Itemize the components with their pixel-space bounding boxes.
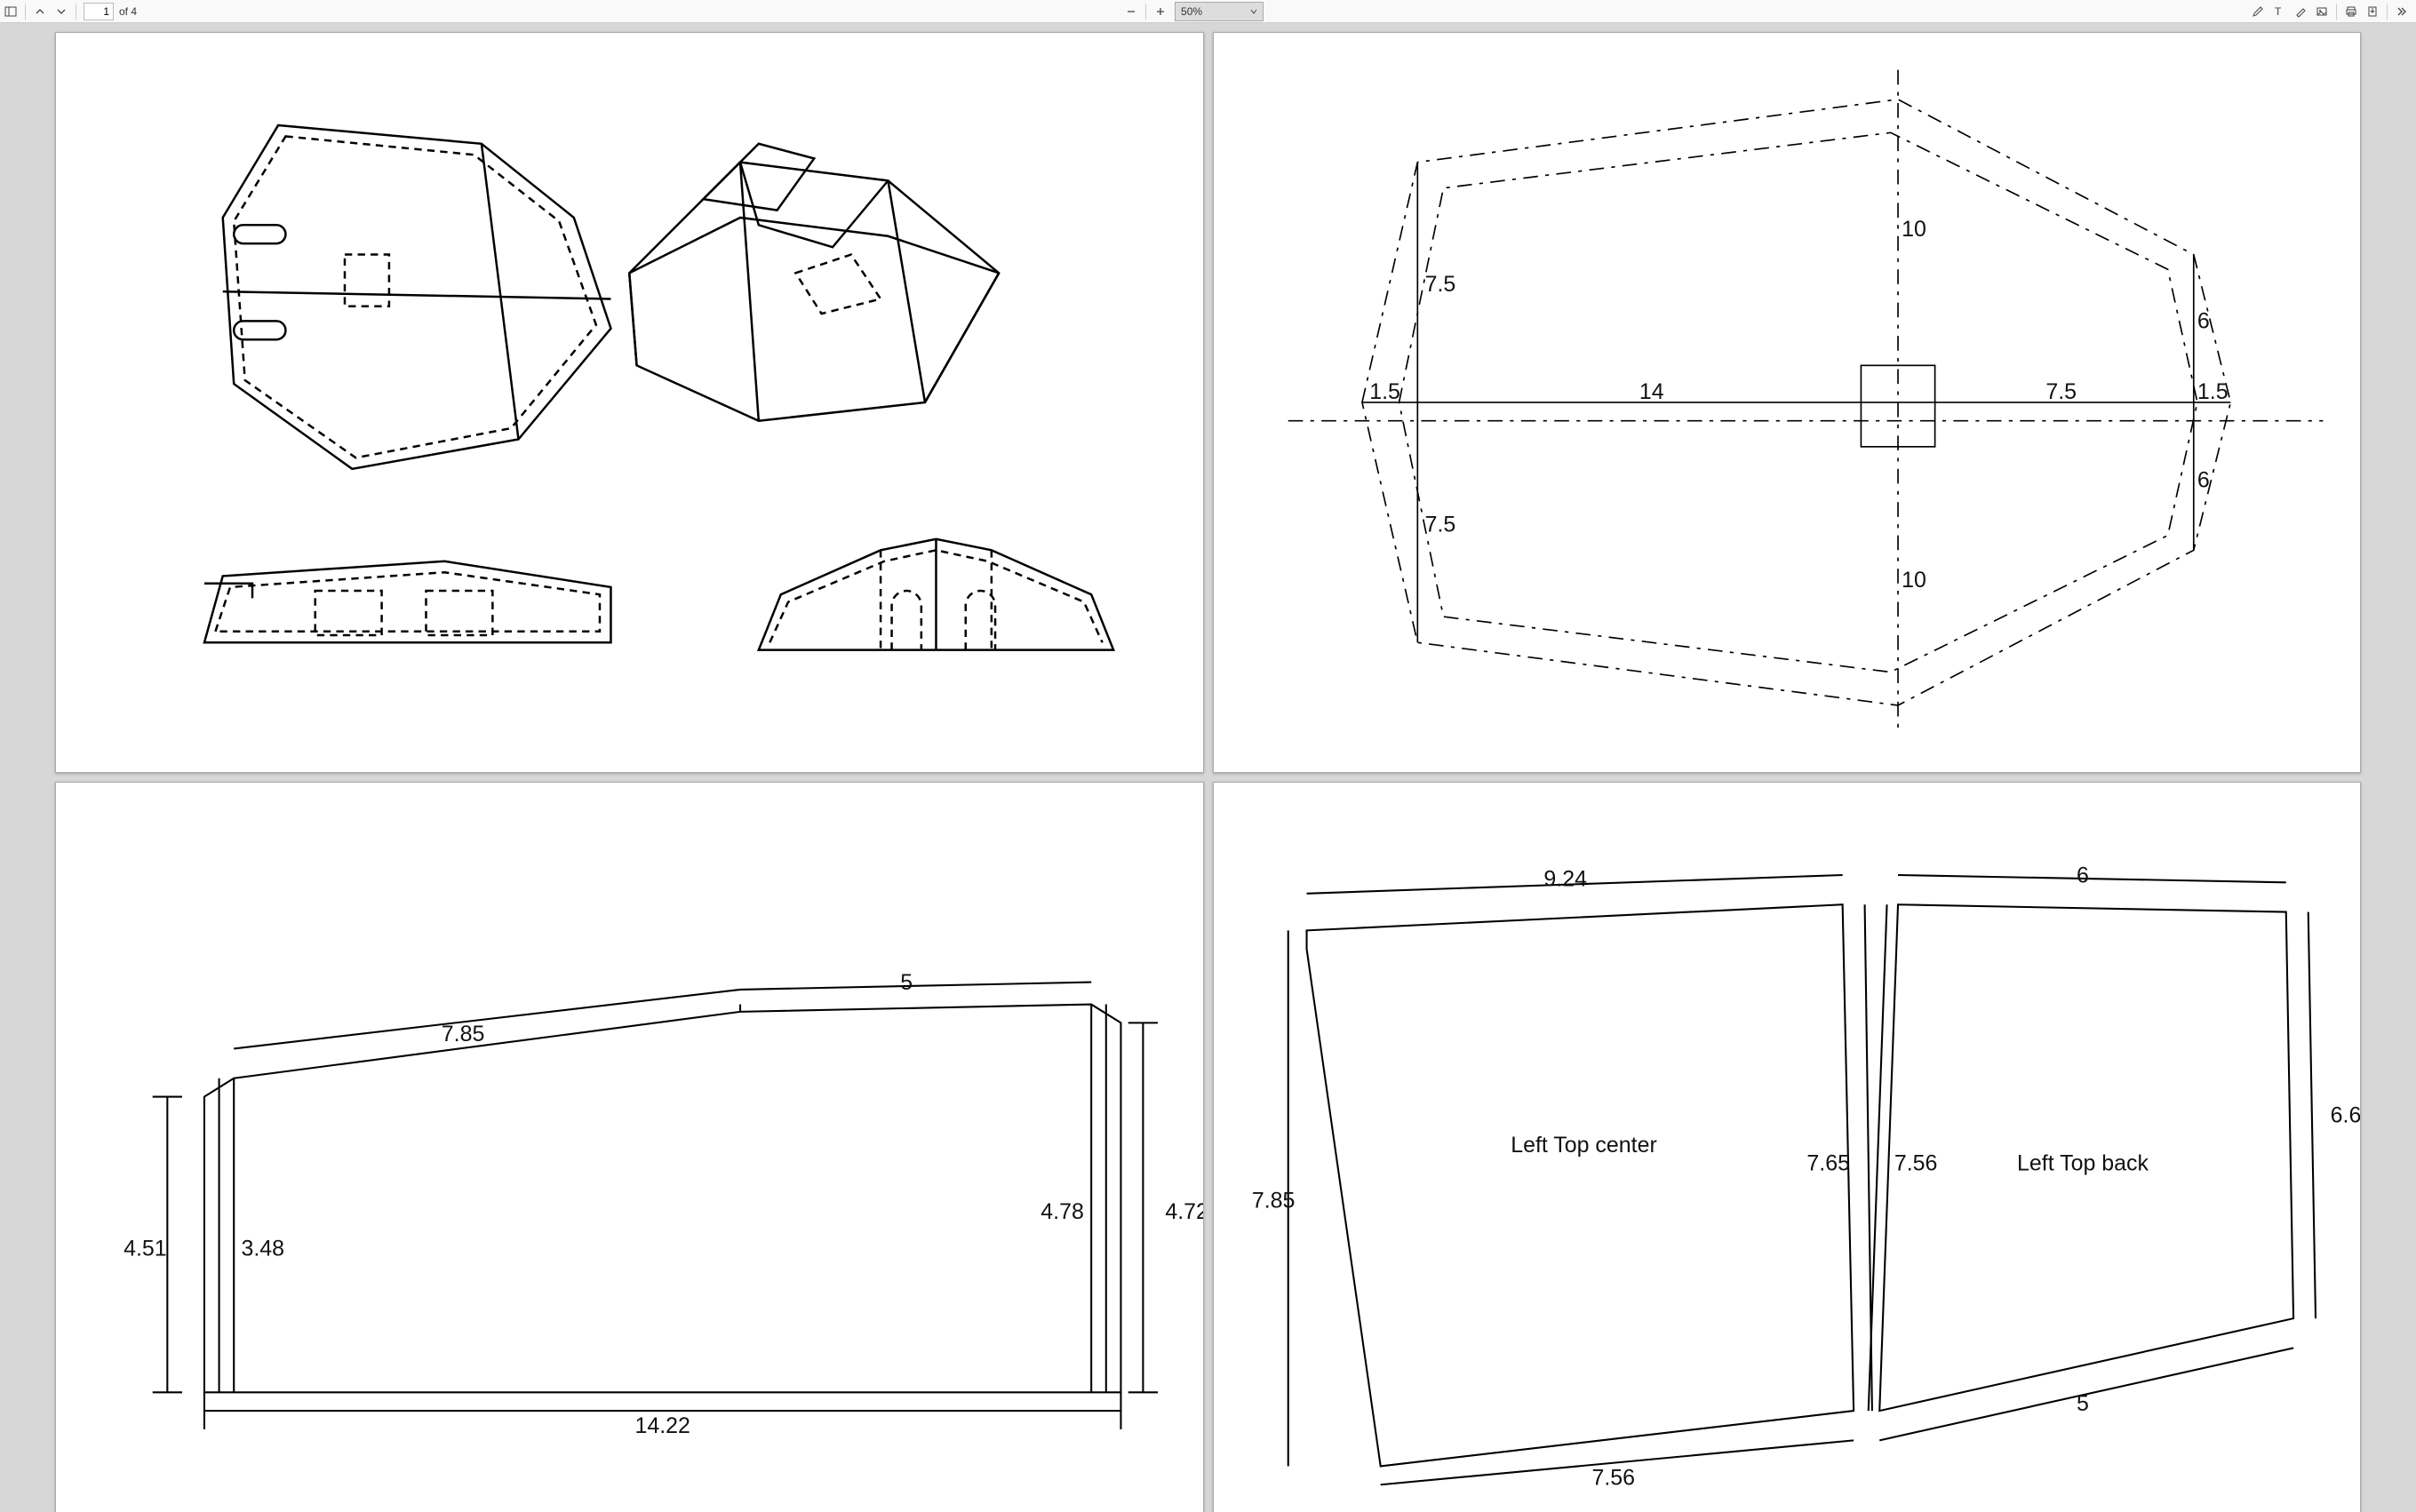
dim-4.78: 4.78 bbox=[1041, 1199, 1084, 1224]
chevron-double-right-icon bbox=[2396, 5, 2408, 18]
page1-drawing bbox=[56, 33, 1203, 772]
dim-7.5-upper-left: 7.5 bbox=[1424, 272, 1455, 297]
zoom-out-button[interactable] bbox=[1120, 1, 1142, 22]
zoom-value: 50% bbox=[1181, 5, 1202, 18]
pdf-page-1 bbox=[55, 32, 1204, 773]
pdf-page-2: 7.5 7.5 1.5 1.5 10 10 14 7.5 6 6 bbox=[1213, 32, 2362, 773]
page3-drawing: 7.85 5 4.51 3.48 4.78 4.72 14.22 bbox=[56, 783, 1203, 1512]
page-number-input[interactable] bbox=[84, 3, 114, 20]
minus-icon bbox=[1126, 6, 1136, 17]
dim-7.65: 7.65 bbox=[1806, 1151, 1850, 1176]
print-icon bbox=[2345, 5, 2357, 18]
add-text-button[interactable]: T bbox=[2268, 1, 2290, 22]
pdf-page-4: 9.24 6 7.85 7.65 7.56 6.67 7.56 5 Left T… bbox=[1213, 782, 2362, 1512]
download-icon bbox=[2366, 5, 2379, 18]
page-down-button[interactable] bbox=[51, 1, 72, 22]
dim-1.5-left: 1.5 bbox=[1369, 379, 1400, 404]
page4-drawing: 9.24 6 7.85 7.65 7.56 6.67 7.56 5 Left T… bbox=[1214, 783, 2361, 1512]
page-total-label: of 4 bbox=[119, 5, 137, 18]
highlight-button[interactable] bbox=[2290, 1, 2311, 22]
chevron-up-icon bbox=[36, 7, 44, 16]
download-button[interactable] bbox=[2362, 1, 2383, 22]
dim-10-lower: 10 bbox=[1902, 568, 1926, 593]
dim-14.22: 14.22 bbox=[634, 1413, 690, 1438]
dim-7.85: 7.85 bbox=[1251, 1188, 1295, 1213]
draw-freehand-button[interactable] bbox=[2247, 1, 2268, 22]
pencil-icon bbox=[2252, 5, 2264, 18]
zoom-in-button[interactable] bbox=[1150, 1, 1171, 22]
pdf-toolbar: of 4 50% T bbox=[0, 0, 2416, 23]
dim-5: 5 bbox=[2077, 1391, 2089, 1416]
sidebar-toggle-button[interactable] bbox=[0, 1, 21, 22]
dim-7.56b: 7.56 bbox=[1591, 1465, 1635, 1490]
dim-3.48: 3.48 bbox=[242, 1236, 285, 1261]
pages-grid: 7.5 7.5 1.5 1.5 10 10 14 7.5 6 6 bbox=[0, 23, 2416, 1512]
dim-10-upper: 10 bbox=[1902, 217, 1926, 242]
dim-6: 6 bbox=[2077, 863, 2089, 887]
dim-1.5-right: 1.5 bbox=[2197, 379, 2228, 404]
zoom-select[interactable]: 50% bbox=[1175, 2, 1264, 21]
more-tools-button[interactable] bbox=[2391, 1, 2412, 22]
label-left-top-center: Left Top center bbox=[1511, 1133, 1657, 1158]
dim-5: 5 bbox=[900, 970, 913, 995]
chevron-down-icon bbox=[1250, 8, 1257, 15]
text-icon: T bbox=[2273, 5, 2285, 18]
add-image-button[interactable] bbox=[2311, 1, 2332, 22]
pdf-viewport[interactable]: 7.5 7.5 1.5 1.5 10 10 14 7.5 6 6 bbox=[0, 23, 2416, 1512]
dim-9.24: 9.24 bbox=[1543, 866, 1587, 891]
page2-drawing: 7.5 7.5 1.5 1.5 10 10 14 7.5 6 6 bbox=[1214, 33, 2361, 772]
dim-7.85: 7.85 bbox=[442, 1022, 485, 1046]
page-up-button[interactable] bbox=[29, 1, 51, 22]
dim-14: 14 bbox=[1639, 379, 1663, 404]
dim-7.5-lower-left: 7.5 bbox=[1424, 513, 1455, 537]
pdf-page-3: 7.85 5 4.51 3.48 4.78 4.72 14.22 bbox=[55, 782, 1204, 1512]
dim-4.51: 4.51 bbox=[124, 1236, 167, 1261]
dim-7.56a: 7.56 bbox=[1894, 1151, 1937, 1176]
sidebar-icon bbox=[4, 5, 17, 18]
dim-6.67: 6.67 bbox=[2330, 1103, 2360, 1128]
label-left-top-back: Left Top back bbox=[2017, 1151, 2149, 1176]
dim-6-upper-right: 6 bbox=[2197, 309, 2209, 334]
dim-7.5-right: 7.5 bbox=[2045, 379, 2077, 404]
dim-4.72: 4.72 bbox=[1165, 1199, 1202, 1224]
dim-6-lower-right: 6 bbox=[2197, 468, 2209, 493]
print-button[interactable] bbox=[2340, 1, 2362, 22]
svg-text:T: T bbox=[2275, 5, 2282, 18]
image-icon bbox=[2316, 5, 2328, 18]
plus-icon bbox=[1155, 6, 1166, 17]
highlighter-icon bbox=[2294, 5, 2307, 18]
chevron-down-icon bbox=[57, 7, 66, 16]
